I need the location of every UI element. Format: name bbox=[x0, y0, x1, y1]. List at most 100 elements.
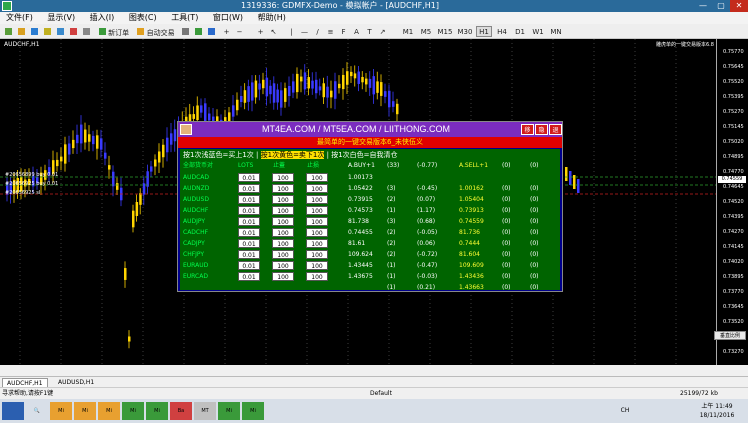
timeframe-m30[interactable]: M30 bbox=[456, 26, 474, 37]
price-axis[interactable]: 0.75770 0.75645 0.75520 0.75395 0.75270 0.751… bbox=[716, 39, 748, 365]
trendline-icon[interactable]: / bbox=[312, 26, 323, 37]
taskbar-item[interactable]: Mi bbox=[146, 402, 168, 420]
cursor-icon[interactable]: ↖ bbox=[268, 26, 279, 37]
sl-input[interactable]: 100 bbox=[272, 217, 294, 226]
sl-input[interactable]: 100 bbox=[272, 206, 294, 215]
sell-price-button[interactable]: 0.7444 bbox=[459, 238, 480, 249]
profiles-icon[interactable] bbox=[16, 26, 27, 37]
chart-bar-icon[interactable] bbox=[180, 26, 191, 37]
timeframe-h1[interactable]: H1 bbox=[476, 26, 492, 37]
vertical-line-icon[interactable]: | bbox=[286, 26, 297, 37]
timeframe-m5[interactable]: M5 bbox=[418, 26, 434, 37]
tp-input[interactable]: 100 bbox=[306, 217, 328, 226]
search-icon[interactable]: 🔍 bbox=[26, 402, 48, 420]
tp-input[interactable]: 100 bbox=[306, 173, 328, 182]
sl-input[interactable]: 100 bbox=[272, 272, 294, 281]
timeframe-d1[interactable]: D1 bbox=[512, 26, 528, 37]
horizontal-line-icon[interactable]: — bbox=[299, 26, 310, 37]
menu-chart[interactable]: 图表(C) bbox=[123, 12, 163, 24]
sl-input[interactable]: 100 bbox=[272, 184, 294, 193]
crosshair-icon[interactable]: + bbox=[255, 26, 266, 37]
timeframe-m15[interactable]: M15 bbox=[436, 26, 454, 37]
tp-input[interactable]: 100 bbox=[306, 206, 328, 215]
sell-price-button[interactable]: 81.736 bbox=[459, 227, 480, 238]
taskbar-item[interactable]: Mi bbox=[50, 402, 72, 420]
buy-price-button[interactable]: 0.74455 bbox=[348, 227, 373, 238]
zoom-out-icon[interactable]: − bbox=[234, 26, 245, 37]
buy-price-button[interactable]: 109.624 bbox=[348, 249, 373, 260]
sell-price-button[interactable]: 81.604 bbox=[459, 249, 480, 260]
tp-input[interactable]: 100 bbox=[306, 228, 328, 237]
hide-button[interactable]: 隐 bbox=[535, 124, 548, 135]
lots-input[interactable]: 0.01 bbox=[238, 239, 260, 248]
buy-price-button[interactable]: 1.00173 bbox=[348, 172, 373, 183]
buy-price-button[interactable]: 0.73915 bbox=[348, 194, 373, 205]
sl-input[interactable]: 100 bbox=[272, 173, 294, 182]
timeframe-mn[interactable]: MN bbox=[548, 26, 564, 37]
channel-icon[interactable]: ≡ bbox=[325, 26, 336, 37]
taskbar-item[interactable]: Mi bbox=[242, 402, 264, 420]
buy-price-button[interactable]: 81.61 bbox=[348, 238, 365, 249]
menu-help[interactable]: 帮助(H) bbox=[252, 12, 292, 24]
lots-input[interactable]: 0.01 bbox=[238, 206, 260, 215]
menu-view[interactable]: 显示(V) bbox=[41, 12, 81, 24]
menu-tools[interactable]: 工具(T) bbox=[165, 12, 204, 24]
sell-price-button[interactable]: 1.43436 bbox=[459, 271, 484, 282]
arrow-icon[interactable]: ↗ bbox=[377, 26, 388, 37]
start-button[interactable] bbox=[2, 402, 24, 420]
tp-input[interactable]: 100 bbox=[306, 239, 328, 248]
buy-price-button[interactable]: 1.43445 bbox=[348, 260, 373, 271]
move-button[interactable]: 移 bbox=[521, 124, 534, 135]
sl-input[interactable]: 100 bbox=[272, 261, 294, 270]
order-label[interactable]: #20656925 buy 0.01 bbox=[5, 181, 58, 187]
sell-price-button[interactable]: 1.43663 bbox=[459, 282, 484, 293]
minimize-button[interactable]: — bbox=[694, 0, 712, 12]
zoom-icon[interactable] bbox=[81, 26, 92, 37]
tester-icon[interactable] bbox=[68, 26, 79, 37]
buy-price-button[interactable]: 81.738 bbox=[348, 216, 369, 227]
sl-input[interactable]: 100 bbox=[272, 195, 294, 204]
menu-insert[interactable]: 插入(I) bbox=[84, 12, 121, 24]
exit-button[interactable]: 退 bbox=[549, 124, 562, 135]
label-icon[interactable]: T bbox=[364, 26, 375, 37]
close-button[interactable]: ✕ bbox=[730, 0, 748, 12]
lots-input[interactable]: 0.01 bbox=[238, 195, 260, 204]
clock[interactable]: 上午 11:49 18/11/2016 bbox=[690, 402, 744, 420]
vertical-scale-button[interactable]: 垂直比例 bbox=[714, 331, 746, 340]
order-label[interactable]: #20656925 sl bbox=[5, 190, 40, 196]
sell-price-button[interactable]: 109.609 bbox=[459, 260, 484, 271]
buy-price-button[interactable]: 1.05422 bbox=[348, 183, 373, 194]
input-language[interactable]: CH bbox=[610, 402, 640, 420]
sell-price-button[interactable]: 1.05404 bbox=[459, 194, 484, 205]
tp-input[interactable]: 100 bbox=[306, 250, 328, 259]
taskbar-item[interactable]: Mi bbox=[218, 402, 240, 420]
timeframe-w1[interactable]: W1 bbox=[530, 26, 546, 37]
sl-input[interactable]: 100 bbox=[272, 228, 294, 237]
terminal-icon[interactable] bbox=[55, 26, 66, 37]
tp-input[interactable]: 100 bbox=[306, 272, 328, 281]
tp-input[interactable]: 100 bbox=[306, 184, 328, 193]
lots-input[interactable]: 0.01 bbox=[238, 228, 260, 237]
navigator-icon[interactable] bbox=[42, 26, 53, 37]
tp-input[interactable]: 100 bbox=[306, 261, 328, 270]
buy-all-button[interactable]: A.BUY+1 bbox=[348, 160, 375, 171]
lots-input[interactable]: 0.01 bbox=[238, 250, 260, 259]
menu-window[interactable]: 窗口(W) bbox=[207, 12, 249, 24]
buy-price-button[interactable]: 0.74573 bbox=[348, 205, 373, 216]
taskbar-item[interactable]: Mi bbox=[122, 402, 144, 420]
taskbar-item[interactable]: Mi bbox=[98, 402, 120, 420]
new-order-button[interactable]: 新订单 bbox=[96, 26, 132, 37]
sell-price-button[interactable]: 1.00162 bbox=[459, 183, 484, 194]
taskbar-item[interactable]: Mi bbox=[74, 402, 96, 420]
menu-file[interactable]: 文件(F) bbox=[0, 12, 39, 24]
taskbar-item[interactable]: MT bbox=[194, 402, 216, 420]
maximize-button[interactable]: ▢ bbox=[712, 0, 730, 12]
tab-audusd[interactable]: AUDUSD,H1 bbox=[54, 378, 98, 387]
taskbar-item[interactable]: Ba bbox=[170, 402, 192, 420]
lots-input[interactable]: 0.01 bbox=[238, 173, 260, 182]
text-icon[interactable]: A bbox=[351, 26, 362, 37]
zoom-in-icon[interactable]: + bbox=[221, 26, 232, 37]
chart-candle-icon[interactable] bbox=[193, 26, 204, 37]
lots-input[interactable]: 0.01 bbox=[238, 184, 260, 193]
sell-price-button[interactable]: 0.74559 bbox=[459, 216, 484, 227]
